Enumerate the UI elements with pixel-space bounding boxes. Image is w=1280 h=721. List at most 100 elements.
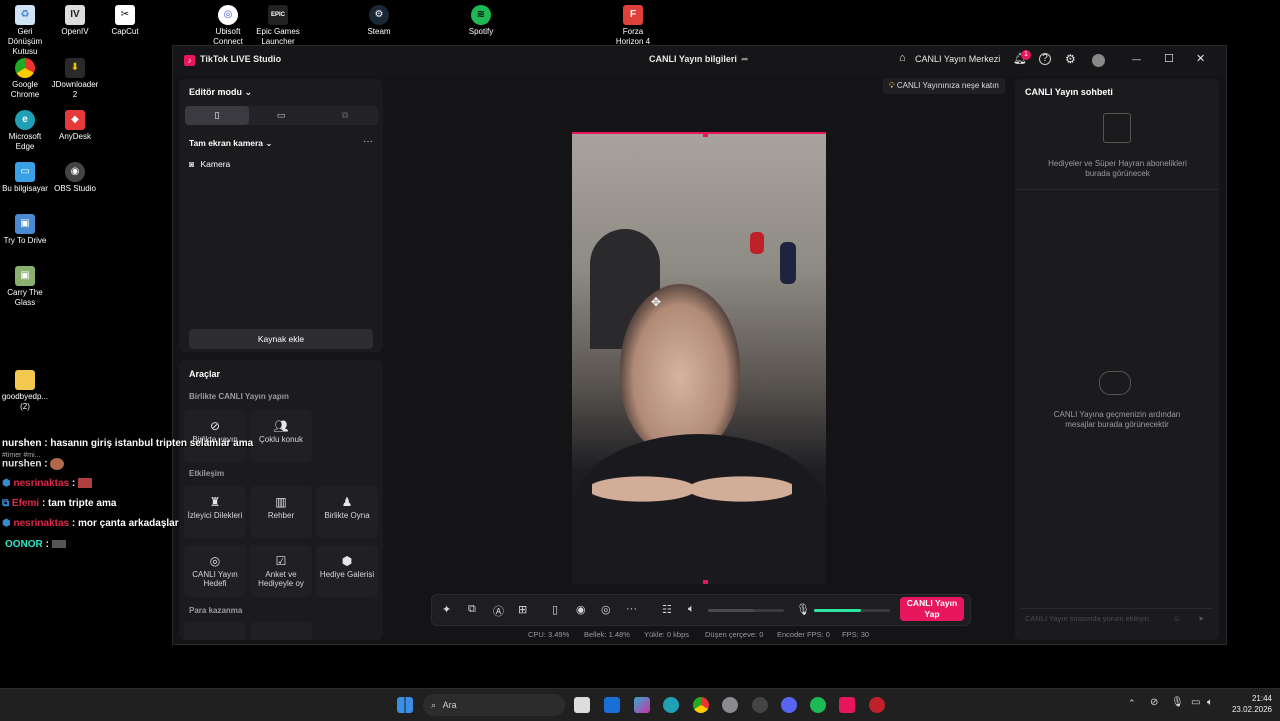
desktop-icon-try-to-drive[interactable]: ▣ Try To Drive [0, 214, 50, 246]
desktop-icon-obs[interactable]: ◉ OBS Studio [50, 162, 100, 194]
screen-add-icon[interactable]: ⊞ [518, 603, 527, 616]
record-icon[interactable]: ◉ [576, 603, 586, 616]
desktop-icon-jdownloader[interactable]: ⬇ JDownloader 2 [50, 58, 100, 100]
add-source-button[interactable]: Kaynak ekle [189, 329, 373, 349]
home-icon[interactable]: ⌂ [899, 52, 906, 64]
desktop-icon-openiv[interactable]: IV OpenIV [50, 5, 100, 37]
windows-start-icon[interactable] [397, 697, 413, 713]
ai-icon[interactable]: Ⓐ [493, 603, 504, 619]
phone-icon[interactable]: ▯ [552, 603, 558, 616]
badge-icon: ⧉ [2, 498, 10, 509]
mic-level[interactable] [814, 609, 890, 612]
live-info-title[interactable]: CANLI Yayın bilgileri [649, 54, 737, 64]
desktop-icon-carry-the-glass[interactable]: ▣ Carry The Glass [0, 266, 50, 308]
source-item-camera[interactable]: ◙ Kamera [189, 159, 230, 169]
mic-icon[interactable]: 🎙︎ [1171, 697, 1184, 708]
portrait-tab[interactable]: ▯ [185, 106, 249, 125]
send-icon[interactable]: ➤ [1198, 609, 1204, 629]
obs-icon[interactable] [752, 697, 768, 713]
chat-input[interactable]: CANLI Yayın sırasında yorum ekleyin ☺ ➤ [1021, 608, 1213, 629]
dual-tab[interactable]: ⧉ [313, 106, 377, 125]
capcut-icon: ✂ [115, 5, 135, 25]
earn-tool-2[interactable] [250, 622, 312, 640]
maximize-icon[interactable]: ☐ [1164, 52, 1174, 65]
edge-icon[interactable] [663, 697, 679, 713]
landscape-tab[interactable]: ▭ [249, 106, 313, 125]
settings-app-icon[interactable] [722, 697, 738, 713]
discord-icon[interactable] [781, 697, 797, 713]
close-icon[interactable]: ✕ [1196, 52, 1205, 65]
collab-live-button[interactable]: ⊘ Birlikte yayın [184, 410, 246, 462]
go-live-button[interactable]: CANLI Yayın Yap [900, 597, 964, 621]
desktop-icon-this-pc[interactable]: ▭ Bu bilgisayar [0, 162, 50, 194]
desktop-icon-anydesk[interactable]: ◆ AnyDesk [50, 110, 100, 142]
edge-icon: e [15, 110, 35, 130]
emoji-icon[interactable]: ☺ [1173, 609, 1181, 629]
more-icon[interactable]: ··· [363, 136, 373, 147]
desktop-icon-folder[interactable]: goodbyedp... (2) [0, 370, 50, 412]
guide-button[interactable]: ▥ Rehber [250, 486, 312, 538]
resize-handle-top[interactable] [703, 134, 708, 137]
desktop-icon-spotify[interactable]: ≋ Spotify [456, 5, 506, 37]
taskbar-search[interactable]: ⌕ Ara [423, 694, 565, 716]
live-goal-button[interactable]: ◎ CANLI Yayın Hedefi [184, 545, 246, 597]
speaker-icon[interactable]: 🔈︎ [1207, 697, 1213, 708]
outlook-icon[interactable] [604, 697, 620, 713]
speaker-icon[interactable]: 🔈︎ [688, 603, 695, 616]
editor-mode-dropdown[interactable]: Editör modu ⌄ [189, 87, 252, 98]
target-icon: ◎ [209, 554, 221, 568]
share-icon[interactable]: ➦ [741, 54, 749, 65]
spotify-icon[interactable] [810, 697, 826, 713]
desktop-icon-ubisoft[interactable]: ◎ Ubisoft Connect [203, 5, 253, 47]
jdownloader-icon: ⬇ [65, 58, 85, 78]
avatar[interactable] [1092, 54, 1105, 67]
clock[interactable]: 21:44 23.02.2026 [1226, 693, 1272, 715]
camera-preview[interactable]: ✥ [572, 132, 826, 584]
hands [592, 454, 792, 524]
live-center-link[interactable]: CANLI Yayın Merkezi [915, 54, 1000, 64]
desktop-icon-capcut[interactable]: ✂ CapCut [100, 5, 150, 37]
joy-banner[interactable]: 💡︎ CANLI Yayınınıza neşe katın [883, 78, 1005, 94]
chat-title: CANLI Yayın sohbeti [1025, 87, 1113, 97]
display-icon[interactable]: ▭ [1191, 697, 1200, 708]
emote-icon [50, 458, 65, 470]
desktop-icon-forza[interactable]: F Forza Horizon 4 [608, 5, 658, 47]
poll-button[interactable]: ☑ Anket ve Hediyeyle oy [250, 545, 312, 597]
resize-handle-bottom[interactable] [703, 580, 708, 584]
desktop-icon-epic[interactable]: EPIC Epic Games Launcher [253, 5, 303, 47]
desktop-icon-recycle-bin[interactable]: ♻ Geri Dönüşüm Kutusu [0, 5, 50, 57]
move-cursor-icon: ✥ [651, 295, 662, 309]
desktop-icon-steam[interactable]: ⚙ Steam [354, 5, 404, 37]
chevron-up-icon[interactable]: ⌃ [1128, 698, 1136, 709]
desktop-icon-edge[interactable]: e Microsoft Edge [0, 110, 50, 152]
gift-gallery-button[interactable]: ⬢ Hediye Galerisi [316, 545, 378, 597]
recorder-icon[interactable] [869, 697, 885, 713]
live-chat-panel: CANLI Yayın sohbeti Hediyeler ve Süper H… [1015, 79, 1219, 640]
viewer-wishes-button[interactable]: ♜ İzleyici Dilekleri [184, 486, 246, 538]
more-icon[interactable]: ··· [626, 603, 637, 615]
sliders-icon[interactable]: ☷ [662, 603, 672, 616]
tiktok-icon[interactable] [839, 697, 855, 713]
task-view-icon[interactable] [574, 697, 590, 713]
overlay-chat-line: ⬢ nesrinaktas : [2, 478, 93, 489]
desktop-icon-chrome[interactable]: Google Chrome [0, 58, 50, 100]
settings-icon[interactable]: ⚙ [1065, 52, 1076, 66]
minimize-icon[interactable]: — [1132, 54, 1141, 64]
overlay-chat-line: ⬢ nesrinaktas : mor çanta arkadaşlar [2, 518, 179, 529]
replay-icon[interactable]: ◎ [601, 603, 611, 616]
magic-icon[interactable]: ✦ [442, 603, 451, 616]
scene-dropdown[interactable]: Tam ekran kamera ⌄ [189, 138, 273, 149]
help-icon[interactable]: ? [1039, 53, 1051, 65]
mic-icon[interactable]: 🎙︎ [796, 603, 810, 616]
network-icon[interactable]: ⊘ [1150, 697, 1158, 708]
chevron-down-icon: ⌄ [265, 138, 273, 148]
copilot-icon[interactable] [634, 697, 650, 713]
earn-tool-1[interactable] [184, 622, 246, 640]
gifts-text: Hediyeler ve Süper Hayran abonelikleri b… [1048, 159, 1187, 178]
recycle-bin-icon: ♻ [15, 5, 35, 25]
crop-icon[interactable]: ⧉ [468, 603, 476, 616]
chrome-icon[interactable] [693, 697, 709, 713]
play-together-button[interactable]: ♟ Birlikte Oyna [316, 486, 378, 538]
multi-guest-button[interactable]: 👥︎ Çoklu konuk [250, 410, 312, 462]
volume-slider[interactable] [708, 609, 784, 612]
